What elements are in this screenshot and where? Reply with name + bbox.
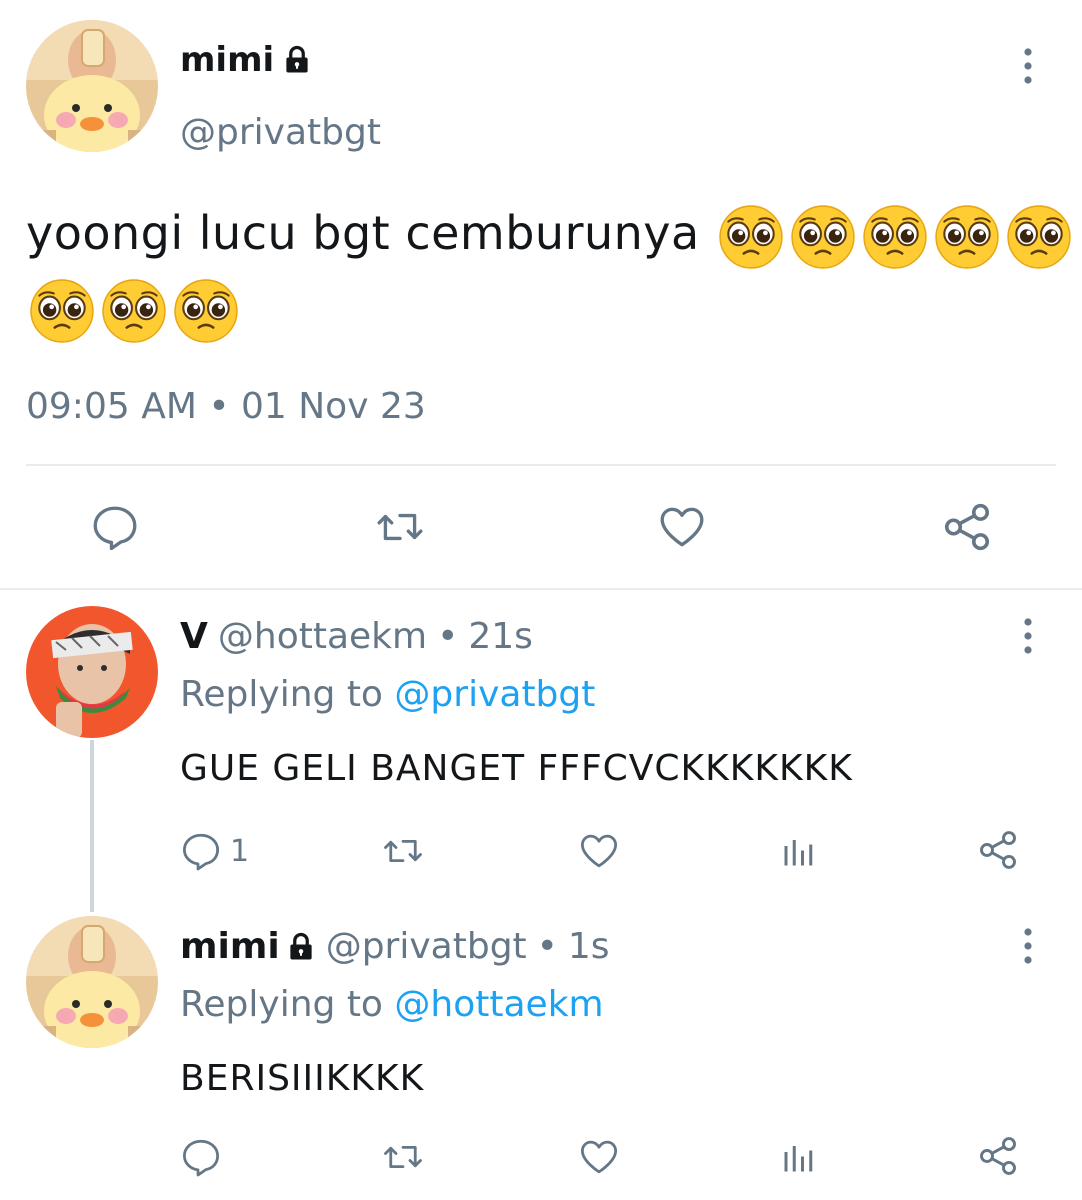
tweet-timestamp[interactable]: 09:05 AM • 01 Nov 23 [26, 386, 426, 427]
mention-link[interactable]: @hottaekm [394, 984, 603, 1025]
replying-label: Replying to [180, 984, 383, 1025]
author-handle[interactable]: @hottaekm [218, 616, 427, 657]
main-tweet: mimi @privatbgt yoongi lucu bgt cemburun… [0, 0, 1082, 590]
replying-label: Replying to [180, 674, 383, 715]
reply-text: GUE GELI BANGET FFFCVCKKKKKKK [180, 748, 853, 789]
author-handle[interactable]: @privatbgt [326, 926, 527, 967]
share-icon[interactable] [976, 828, 1020, 872]
mention-link[interactable]: @privatbgt [394, 674, 595, 715]
avatar[interactable] [26, 606, 158, 738]
like-icon[interactable] [578, 830, 620, 872]
lock-icon [286, 932, 316, 962]
reply-time[interactable]: 21s [468, 616, 533, 657]
avatar[interactable] [26, 916, 158, 1048]
display-name[interactable]: V [180, 616, 208, 657]
like-icon[interactable] [656, 502, 708, 552]
reply-tweet: V @hottaekm • 21s Replying to @privatbgt… [0, 600, 1082, 900]
analytics-icon[interactable] [780, 1140, 816, 1176]
reply-header: V @hottaekm • 21s [180, 616, 533, 657]
more-options-icon[interactable] [1018, 616, 1038, 656]
separator-dot: • [536, 926, 558, 967]
display-name: mimi [180, 926, 280, 967]
reply-icon[interactable] [90, 502, 140, 552]
reply-count: 1 [230, 834, 250, 869]
pleading-face-emoji [862, 204, 928, 270]
more-options-icon[interactable] [1018, 46, 1038, 86]
retweet-icon[interactable] [380, 830, 426, 872]
share-icon[interactable] [976, 1134, 1020, 1178]
tweet-text-body: yoongi lucu bgt cemburunya [26, 206, 700, 260]
pleading-face-emoji [173, 278, 239, 344]
tweet-text: yoongi lucu bgt cemburunya [26, 196, 1066, 344]
author-name[interactable]: mimi [180, 40, 312, 80]
divider [0, 588, 1082, 590]
retweet-icon[interactable] [380, 1136, 426, 1178]
reply-tweet: mimi @privatbgt • 1s Replying to @hottae… [0, 910, 1082, 1200]
author-handle[interactable]: @privatbgt [180, 112, 381, 153]
like-icon[interactable] [578, 1136, 620, 1178]
pleading-face-emoji [934, 204, 1000, 270]
reply-time[interactable]: 1s [568, 926, 610, 967]
reply-text: BERISIIIKKKK [180, 1058, 425, 1099]
author-name[interactable]: mimi [180, 926, 316, 967]
reply-icon[interactable] [180, 1136, 222, 1178]
divider [26, 464, 1056, 466]
share-icon[interactable] [940, 500, 994, 554]
replying-to: Replying to @privatbgt [180, 674, 595, 715]
pleading-face-emoji [718, 204, 784, 270]
avatar[interactable] [26, 20, 158, 152]
pleading-face-emoji [101, 278, 167, 344]
pleading-face-emoji [29, 278, 95, 344]
replying-to: Replying to @hottaekm [180, 984, 604, 1025]
reply-icon[interactable] [180, 830, 222, 872]
lock-icon [282, 45, 312, 75]
pleading-face-emoji [1006, 204, 1072, 270]
pleading-face-emoji [790, 204, 856, 270]
separator-dot: • [437, 616, 459, 657]
analytics-icon[interactable] [780, 834, 816, 870]
more-options-icon[interactable] [1018, 926, 1038, 966]
retweet-icon[interactable] [372, 502, 428, 552]
display-name: mimi [180, 40, 275, 80]
reply-header: mimi @privatbgt • 1s [180, 926, 610, 967]
